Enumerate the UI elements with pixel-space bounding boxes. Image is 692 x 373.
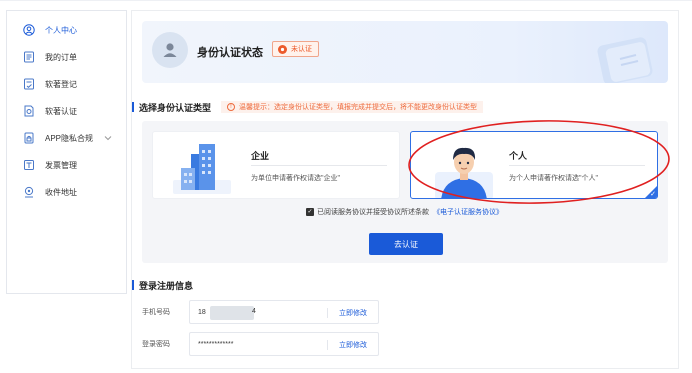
invoice-icon (23, 159, 35, 171)
sidebar-item-my-orders[interactable]: 我的订单 (7, 44, 126, 70)
location-pin-icon (23, 186, 35, 198)
identity-status-card: 身份认证状态 未认证 (142, 21, 668, 83)
sidebar-item-label: APP隐私合规 (45, 133, 94, 143)
agreement-text: 已阅读服务协议并接受协议所述条款 (317, 209, 429, 216)
sidebar-item-label: 软著登记 (45, 79, 77, 89)
avatar (152, 32, 188, 68)
password-label: 登录密码 (142, 341, 170, 348)
password-field: ************* 立即修改 (189, 332, 379, 356)
order-list-icon (23, 51, 35, 63)
chevron-down-icon[interactable] (104, 134, 112, 143)
certify-doc-icon (23, 105, 35, 117)
register-doc-icon (23, 78, 35, 90)
section-bar (132, 280, 134, 290)
login-info-header: 登录注册信息 (132, 278, 193, 292)
sidebar-item-label: 软著认证 (45, 106, 77, 116)
phone-value-start: 18 (198, 308, 206, 316)
field-divider (327, 308, 328, 318)
edit-password-link[interactable]: 立即修改 (339, 340, 367, 350)
redacted-mask (210, 306, 254, 320)
document-decoration-icon (597, 37, 653, 83)
section-title: 选择身份认证类型 (139, 102, 212, 113)
type-divider (509, 165, 645, 166)
select-type-header: 选择身份认证类型 ! 温馨提示：选定身份认证类型，填报完成并提交后，将不能更改身… (132, 100, 484, 114)
info-icon: ! (227, 103, 236, 111)
agreement-checkbox[interactable]: ✓ (306, 208, 314, 216)
identity-type-area: 企业 为单位申请著作权请选"企业" 个人 为个人申请著作权请选"个人" ✓ ✓ … (142, 121, 668, 263)
sidebar-item-personal-center[interactable]: 个人中心 (7, 17, 126, 43)
phone-label: 手机号码 (142, 309, 170, 316)
sidebar-item-copyright-register[interactable]: 软著登记 (7, 71, 126, 97)
privacy-compliance-icon (23, 132, 35, 144)
sidebar-item-label: 个人中心 (45, 25, 77, 35)
sidebar-item-app-privacy[interactable]: APP隐私合规 (7, 125, 126, 151)
type-desc: 为单位申请著作权请选"企业" (251, 175, 340, 182)
type-title: 企业 (251, 151, 270, 161)
status-title: 身份认证状态 (197, 47, 263, 59)
sidebar-item-copyright-certify[interactable]: 软著认证 (7, 98, 126, 124)
phone-value-end: 4 (252, 308, 256, 315)
status-badge-label: 未认证 (291, 46, 312, 53)
password-row: 登录密码 ************* 立即修改 (142, 332, 379, 356)
sidebar-item-address[interactable]: 收件地址 (7, 179, 126, 205)
sidebar-item-label: 收件地址 (45, 187, 77, 197)
sidebar-item-label: 我的订单 (45, 52, 77, 62)
type-desc: 为个人申请著作权请选"个人" (509, 175, 598, 182)
type-card-enterprise[interactable]: 企业 为单位申请著作权请选"企业" (152, 131, 400, 199)
top-divider (0, 0, 692, 1)
tip-text: 温馨提示：选定身份认证类型，填报完成并提交后，将不能更改身份认证类型 (239, 104, 478, 111)
check-icon: ✓ (650, 191, 656, 198)
person-illustration-icon (435, 147, 493, 198)
sidebar: 个人中心 我的订单 软著登记 软著认证 APP隐私合规 发票管理 收件地址 (6, 10, 127, 294)
user-circle-icon (23, 24, 35, 36)
password-value: ************* (198, 340, 234, 348)
go-certify-button[interactable]: 去认证 (369, 233, 443, 255)
main-panel: 身份认证状态 未认证 选择身份认证类型 ! 温馨提示：选定身份认证类型，填报完成… (131, 10, 679, 369)
building-illustration-icon (173, 144, 231, 194)
user-avatar-icon (163, 43, 177, 57)
type-divider (251, 165, 387, 166)
sidebar-item-label: 发票管理 (45, 160, 77, 170)
status-badge: 未认证 (272, 41, 319, 57)
phone-row: 手机号码 18 4 立即修改 (142, 300, 379, 324)
type-card-personal[interactable]: 个人 为个人申请著作权请选"个人" ✓ (410, 131, 658, 199)
type-title: 个人 (509, 151, 528, 161)
section-bar (132, 102, 134, 112)
sidebar-item-invoice[interactable]: 发票管理 (7, 152, 126, 178)
agreement-link[interactable]: 《电子认证服务协议》 (433, 207, 503, 217)
edit-phone-link[interactable]: 立即修改 (339, 308, 367, 318)
warning-icon (278, 44, 287, 54)
tip-banner: ! 温馨提示：选定身份认证类型，填报完成并提交后，将不能更改身份认证类型 (221, 101, 484, 113)
section-title: 登录注册信息 (139, 280, 194, 291)
agreement-row: ✓ 已阅读服务协议并接受协议所述条款 《电子认证服务协议》 (306, 207, 503, 217)
field-divider (327, 340, 328, 350)
phone-field: 18 4 立即修改 (189, 300, 379, 324)
